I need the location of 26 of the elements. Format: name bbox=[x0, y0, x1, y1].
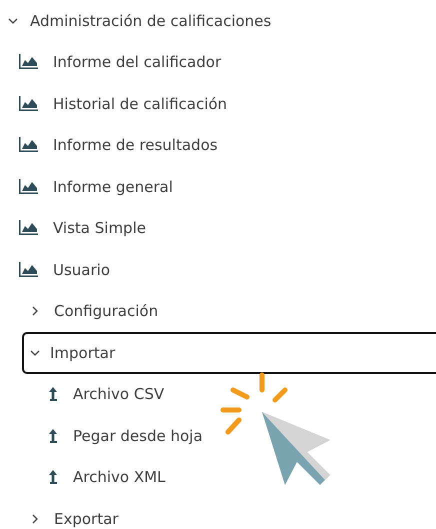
tree-item[interactable]: Historial de calificación bbox=[18, 83, 436, 124]
upload-arrow-icon bbox=[48, 428, 58, 443]
tree-item[interactable]: Configuración bbox=[22, 290, 436, 332]
upload-arrow-icon bbox=[48, 470, 58, 484]
tree-item[interactable]: Informe de resultados bbox=[18, 124, 436, 166]
tree-item[interactable]: Archivo CSV bbox=[48, 374, 436, 415]
area-chart-icon bbox=[18, 262, 38, 278]
chevron-right-icon bbox=[32, 514, 38, 524]
chevron-right-icon bbox=[32, 306, 38, 316]
chevron-down-icon bbox=[30, 350, 40, 356]
tree-item[interactable]: Exportar bbox=[22, 498, 436, 529]
chevron-down-icon bbox=[8, 18, 18, 24]
area-chart-icon bbox=[18, 220, 38, 236]
tree-item[interactable]: Vista Simple bbox=[18, 208, 436, 249]
tree-item[interactable]: Importar bbox=[22, 332, 436, 374]
area-chart-icon bbox=[18, 96, 38, 112]
tree-item[interactable]: Pegar desde hoja bbox=[48, 415, 436, 456]
upload-arrow-icon bbox=[48, 387, 58, 402]
tree-item[interactable]: Archivo XML bbox=[48, 456, 436, 498]
area-chart-icon bbox=[18, 178, 38, 195]
area-chart-icon bbox=[18, 137, 38, 154]
tree-item[interactable]: Informe general bbox=[18, 166, 436, 208]
tree-item[interactable]: Usuario bbox=[18, 249, 436, 290]
tree-item[interactable]: Administración de calificaciones bbox=[0, 0, 436, 42]
area-chart-icon bbox=[18, 54, 38, 70]
tree-item[interactable]: Informe del calificador bbox=[18, 42, 436, 83]
